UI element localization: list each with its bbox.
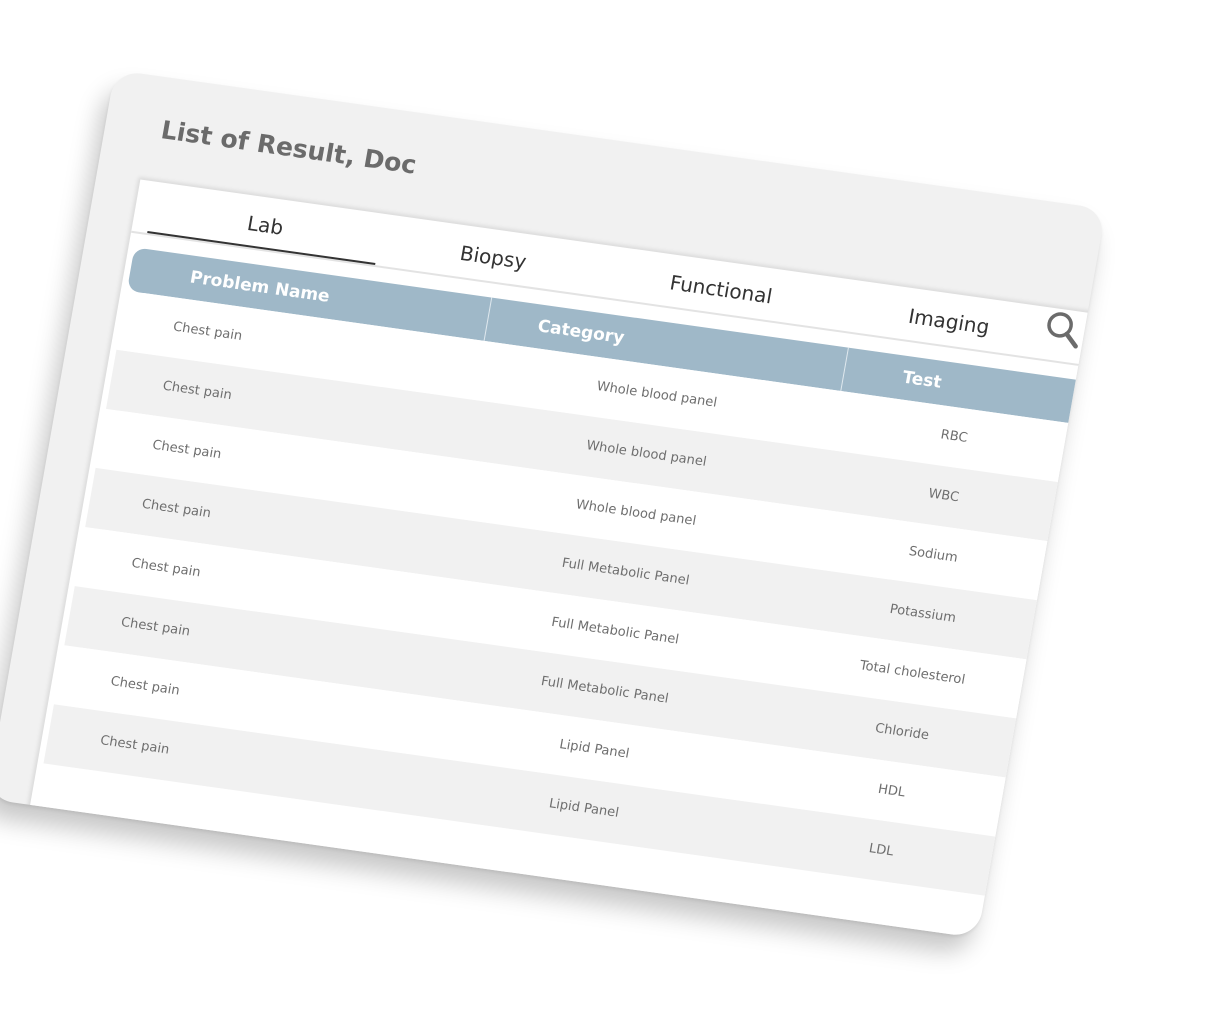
- cell-problem-name: Chest pain: [109, 674, 181, 699]
- stage: List of Result, Doc Lab Biopsy Functiona…: [0, 0, 1229, 1013]
- cell-problem-name: Chest pain: [130, 555, 202, 581]
- cell-problem-name: Chest pain: [99, 733, 171, 758]
- results-panel: Lab Biopsy Functional Imaging Problem Na…: [18, 179, 1106, 939]
- cell-problem-name: Chest pain: [140, 496, 213, 522]
- page-title: List of Result, Doc: [158, 115, 419, 180]
- column-header-more: [1078, 381, 1106, 430]
- results-card: List of Result, Doc Lab Biopsy Functiona…: [0, 70, 1106, 939]
- search-button[interactable]: [1040, 307, 1087, 352]
- cell-problem-name: Chest pain: [171, 319, 244, 345]
- cell-problem-name: Chest pain: [119, 615, 192, 640]
- cell-problem-name: Chest pain: [161, 378, 233, 404]
- search-icon: [1047, 312, 1078, 349]
- cell-problem-name: Chest pain: [151, 437, 223, 463]
